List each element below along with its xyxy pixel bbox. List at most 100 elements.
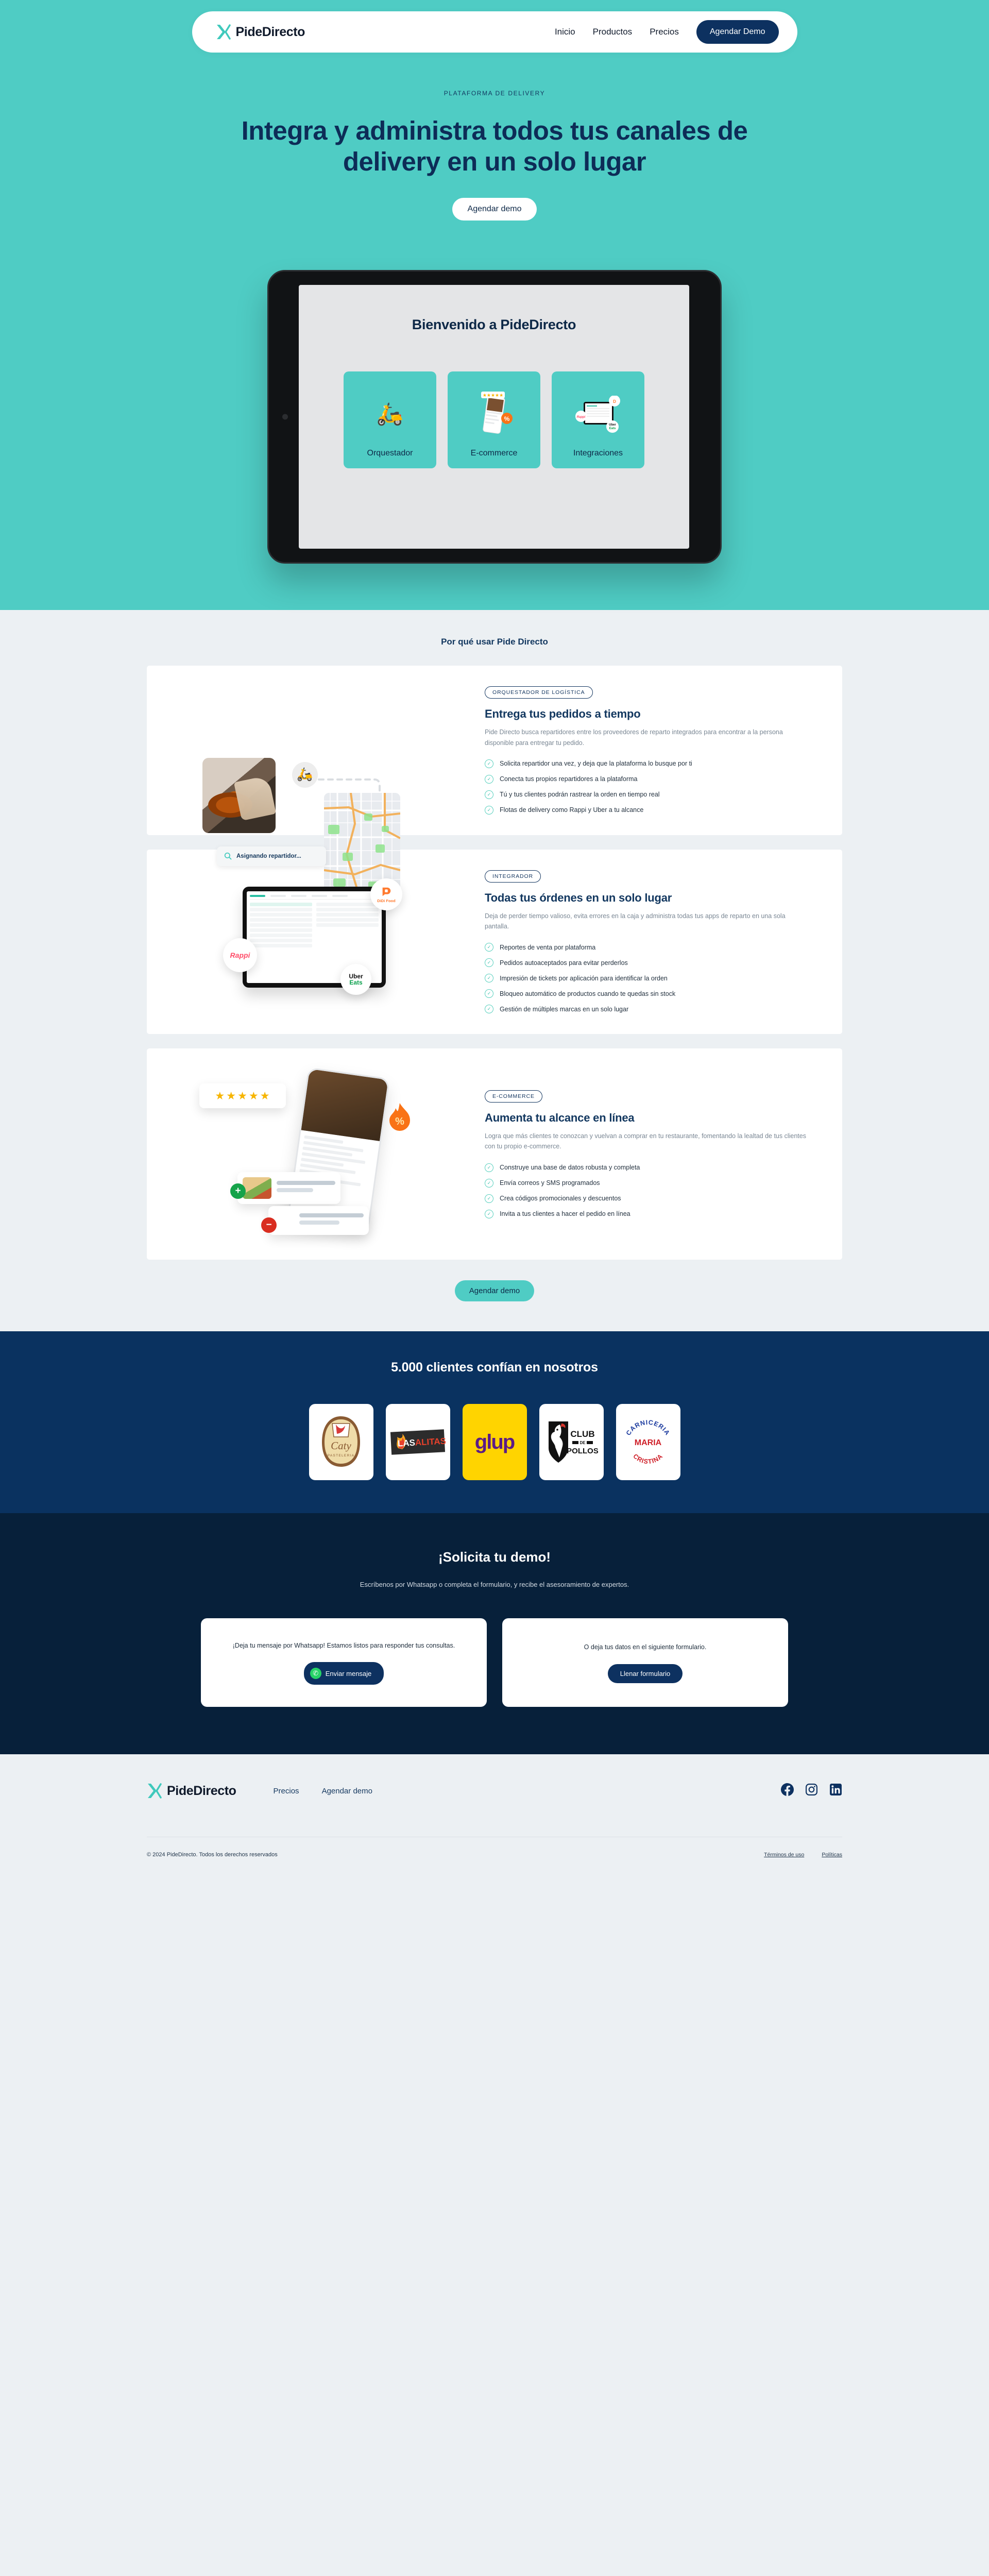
client-logo-club-de-pollos: CLUB DE POLLOS — [539, 1404, 604, 1481]
las-alitas-logo-icon: LASALITAS — [390, 1429, 446, 1455]
feature-list-item-label: Crea códigos promocionales y descuentos — [500, 1195, 621, 1202]
feature-list-item-label: Pedidos autoaceptados para evitar perder… — [500, 959, 628, 967]
feature-card-1-body: ORQUESTADOR DE LOGÍSTICA Entrega tus ped… — [480, 686, 813, 815]
client-logo-caty: Caty PASTELERIA — [309, 1404, 373, 1481]
feature-list-item-label: Solicita repartidor una vez, y deja que … — [500, 760, 692, 768]
why-section: Por qué usar Pide Directo 🛵 Asignando re… — [0, 610, 989, 1332]
search-icon — [224, 852, 232, 860]
feature-heading: Entrega tus pedidos a tiempo — [485, 707, 641, 721]
hero-cta-button[interactable]: Agendar demo — [452, 198, 537, 221]
svg-text:Eats: Eats — [609, 427, 616, 430]
star-icon: ★ — [226, 1090, 237, 1102]
whatsapp-icon: ✆ — [310, 1668, 321, 1680]
dashboard-tab — [332, 895, 348, 897]
nav-right: Inicio Productos Precios Agendar Demo — [555, 20, 779, 44]
feature-card-ecommerce: ★ ★ ★ ★ ★ % + − E-COMMERCE Aumenta tu al… — [147, 1048, 842, 1260]
agendar-demo-button[interactable]: Agendar Demo — [696, 20, 779, 44]
instagram-link[interactable] — [805, 1783, 818, 1799]
food-photo — [202, 757, 276, 833]
dashboard-tab — [250, 895, 265, 897]
client-logo-carniceria-maria-cristina: CARNICERIA MARIA CRISTINA — [616, 1404, 680, 1481]
footer-link-precios[interactable]: Precios — [274, 1787, 299, 1795]
svg-text:PASTELERIA: PASTELERIA — [328, 1454, 355, 1458]
feature-list-item-label: Envía correos y SMS programados — [500, 1179, 600, 1187]
footer-brand-name: PideDirecto — [167, 1783, 236, 1798]
tablet-tiles: 🛵 Orquestador ★★★★★ % E-commerce D Rappi… — [344, 371, 644, 469]
linkedin-link[interactable] — [829, 1783, 842, 1799]
svg-text:Rappi: Rappi — [577, 416, 586, 419]
enviar-mensaje-button[interactable]: ✆ Enviar mensaje — [303, 1662, 384, 1685]
nav-link-precios[interactable]: Precios — [650, 27, 679, 37]
feature-list-item-label: Reportes de venta por plataforma — [500, 943, 596, 951]
feature-list-item: ✓ Impresión de tickets por aplicación pa… — [485, 974, 813, 983]
feature-pill: INTEGRADOR — [485, 870, 541, 883]
star-icon: ★ — [248, 1090, 259, 1102]
demo-section: ¡Solicita tu demo! Escríbenos por Whatsa… — [0, 1513, 989, 1755]
discount-flame-icon: % — [384, 1100, 416, 1135]
dashboard-column-right — [316, 903, 379, 949]
product-add-card — [237, 1172, 340, 1205]
tile-ecommerce[interactable]: ★★★★★ % E-commerce — [448, 371, 540, 469]
navbar: PideDirecto Inicio Productos Precios Age… — [192, 11, 797, 53]
why-agendar-demo-button[interactable]: Agendar demo — [454, 1280, 535, 1302]
footer-links: Precios Agendar demo — [274, 1787, 372, 1795]
product-remove-card — [268, 1206, 369, 1235]
feature-card-integrador: DiDi Food Rappi Uber Eats INTEGRADOR Tod… — [147, 849, 842, 1035]
feature-paragraph: Logra que más clientes te conozcan y vue… — [485, 1132, 806, 1150]
tile-orquestador[interactable]: 🛵 Orquestador — [344, 371, 436, 469]
demo-cards: ¡Deja tu mensaje por Whatsapp! Estamos l… — [0, 1618, 989, 1707]
feature-card-2-illustration: DiDi Food Rappi Uber Eats — [176, 877, 464, 1006]
legal-link-terminos[interactable]: Términos de uso — [764, 1852, 804, 1858]
hero-eyebrow: PLATAFORMA DE DELIVERY — [444, 90, 545, 97]
facebook-link[interactable] — [781, 1783, 794, 1799]
footer: PideDirecto Precios Agendar demo © 2024 … — [0, 1754, 989, 1874]
legal-link-politicas[interactable]: Políticas — [822, 1852, 842, 1858]
dashboard-tab — [291, 895, 306, 897]
svg-text:POLLOS: POLLOS — [567, 1447, 598, 1455]
feature-heading: Aumenta tu alcance en línea — [485, 1111, 635, 1125]
scooter-icon: 🛵 — [376, 401, 404, 426]
demo-subtitle: Escríbenos por Whatsapp o completa el fo… — [360, 1581, 629, 1589]
form-card-text: O deja tus datos en el siguiente formula… — [584, 1643, 707, 1651]
feature-card-3-body: E-COMMERCE Aumenta tu alcance en línea L… — [480, 1090, 813, 1218]
caty-pasteleria-logo-icon: Caty PASTELERIA — [322, 1416, 360, 1467]
svg-text:%: % — [395, 1116, 404, 1127]
check-icon: ✓ — [485, 943, 493, 952]
brand-logo[interactable]: PideDirecto — [216, 23, 305, 41]
check-icon: ✓ — [485, 1005, 493, 1014]
nav-link-productos[interactable]: Productos — [593, 27, 633, 37]
feature-list-item-label: Tú y tus clientes podrán rastrear la ord… — [500, 791, 660, 799]
nav-link-inicio[interactable]: Inicio — [555, 27, 575, 37]
feature-list-item-label: Bloqueo automático de productos cuando t… — [500, 990, 676, 997]
svg-text:%: % — [504, 415, 510, 422]
footer-brand-logo[interactable]: PideDirecto — [147, 1782, 236, 1800]
tile-integraciones[interactable]: D Rappi Uber Eats Integraciones — [552, 371, 644, 469]
client-logo-glup: glup — [462, 1404, 527, 1481]
check-icon: ✓ — [485, 1194, 493, 1203]
star-icon: ★ — [237, 1090, 248, 1102]
svg-text:Uber: Uber — [609, 423, 616, 427]
tile-label: Orquestador — [367, 449, 413, 458]
dashboard-tabs — [250, 895, 379, 900]
whatsapp-card: ¡Deja tu mensaje por Whatsapp! Estamos l… — [201, 1618, 487, 1707]
feature-list-item: ✓ Gestión de múltiples marcas en un solo… — [485, 1005, 813, 1014]
feature-list-item: ✓ Conecta tus propios repartidores a la … — [485, 774, 813, 784]
footer-link-agendar-demo[interactable]: Agendar demo — [322, 1787, 372, 1795]
feature-list-item-label: Construye una base de datos robusta y co… — [500, 1164, 640, 1172]
tablet-mockup-wrapper: Bienvenido a PideDirecto 🛵 Orquestador ★… — [0, 270, 989, 564]
feature-list-item: ✓ Tú y tus clientes podrán rastrear la o… — [485, 790, 813, 799]
llenar-formulario-button[interactable]: Llenar formulario — [607, 1664, 683, 1683]
feature-list-item: ✓ Bloqueo automático de productos cuando… — [485, 989, 813, 998]
svg-text:CLUB: CLUB — [570, 1429, 594, 1439]
rappi-logo: Rappi — [223, 938, 257, 973]
assigning-courier-label: Asignando repartidor... — [236, 853, 301, 859]
star-icon: ★ — [260, 1090, 270, 1102]
hero-section: PideDirecto Inicio Productos Precios Age… — [0, 0, 989, 611]
tablet-welcome-title: Bienvenido a PideDirecto — [412, 317, 576, 333]
feature-card-3-illustration: ★ ★ ★ ★ ★ % + − — [176, 1067, 464, 1239]
footer-bottom: © 2024 PideDirecto. Todos los derechos r… — [147, 1837, 842, 1873]
feature-list-item: ✓ Invita a tus clientes a hacer el pedid… — [485, 1209, 813, 1218]
feature-list: ✓ Solicita repartidor una vez, y deja qu… — [485, 759, 813, 815]
check-icon: ✓ — [485, 1178, 493, 1188]
pidedirecto-chevron-icon — [216, 24, 231, 40]
